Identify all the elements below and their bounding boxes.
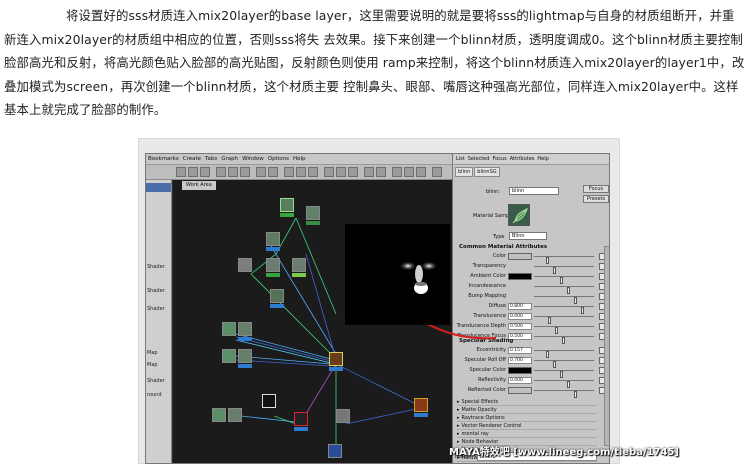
face-lightmap-image xyxy=(345,224,450,325)
site-watermark: MAYA特效吧 [www.lineeg.com/tieba/1745] xyxy=(449,447,679,458)
article-paragraph: 将设置好的sss材质连入mix20layer的base layer，这里需要说明… xyxy=(4,8,745,117)
lightmap-face-icon xyxy=(399,261,438,294)
